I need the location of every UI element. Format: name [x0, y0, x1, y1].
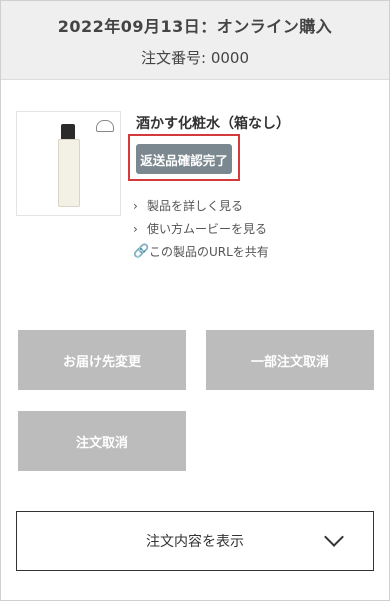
- partial-cancel-button[interactable]: 一部注文取消: [206, 330, 374, 390]
- chevron-right-icon: ›: [133, 198, 138, 213]
- show-order-details-button[interactable]: 注文内容を表示: [16, 511, 374, 571]
- link-label: この製品のURLを共有: [149, 245, 269, 259]
- link-icon: 🔗: [133, 244, 150, 259]
- cancel-order-button[interactable]: 注文取消: [18, 411, 186, 471]
- product-links: › 製品を詳しく見る › 使い方ムービーを見る 🔗 この製品のURLを共有: [133, 194, 269, 263]
- status-highlight: 返送品確認完了: [128, 134, 240, 181]
- order-date: 2022年09月13日：オンライン購入: [57, 16, 333, 36]
- share-url-link[interactable]: 🔗 この製品のURLを共有: [133, 240, 269, 263]
- product-info: 酒かす化粧水（箱なし） 返送品確認完了 › 製品を詳しく見る › 使い方ムービー…: [128, 111, 379, 259]
- chevron-right-icon: ›: [133, 221, 138, 236]
- product-name: 酒かす化粧水（箱なし）: [136, 116, 290, 132]
- link-label: 製品を詳しく見る: [147, 199, 244, 213]
- order-card: 2022年09月13日：オンライン購入 注文番号: 0000 酒かす化粧水（箱な…: [0, 0, 390, 601]
- chevron-down-icon: [324, 527, 344, 547]
- details-label: 注文内容を表示: [146, 534, 244, 550]
- bottle-cap-shape: [61, 124, 75, 140]
- link-label: 使い方ムービーを見る: [147, 222, 268, 236]
- product-item: 酒かす化粧水（箱なし） 返送品確認完了 › 製品を詳しく見る › 使い方ムービー…: [16, 111, 379, 259]
- product-badge-icon: [96, 120, 114, 132]
- order-number: 注文番号: 0000: [141, 48, 249, 67]
- bottle-body-shape: [58, 139, 80, 207]
- order-header: 2022年09月13日：オンライン購入 注文番号: 0000: [1, 1, 389, 80]
- product-image[interactable]: [16, 111, 121, 216]
- product-detail-link[interactable]: › 製品を詳しく見る: [133, 194, 269, 217]
- change-address-button[interactable]: お届け先変更: [18, 330, 186, 390]
- return-status-button[interactable]: 返送品確認完了: [136, 144, 232, 174]
- usage-movie-link[interactable]: › 使い方ムービーを見る: [133, 217, 269, 240]
